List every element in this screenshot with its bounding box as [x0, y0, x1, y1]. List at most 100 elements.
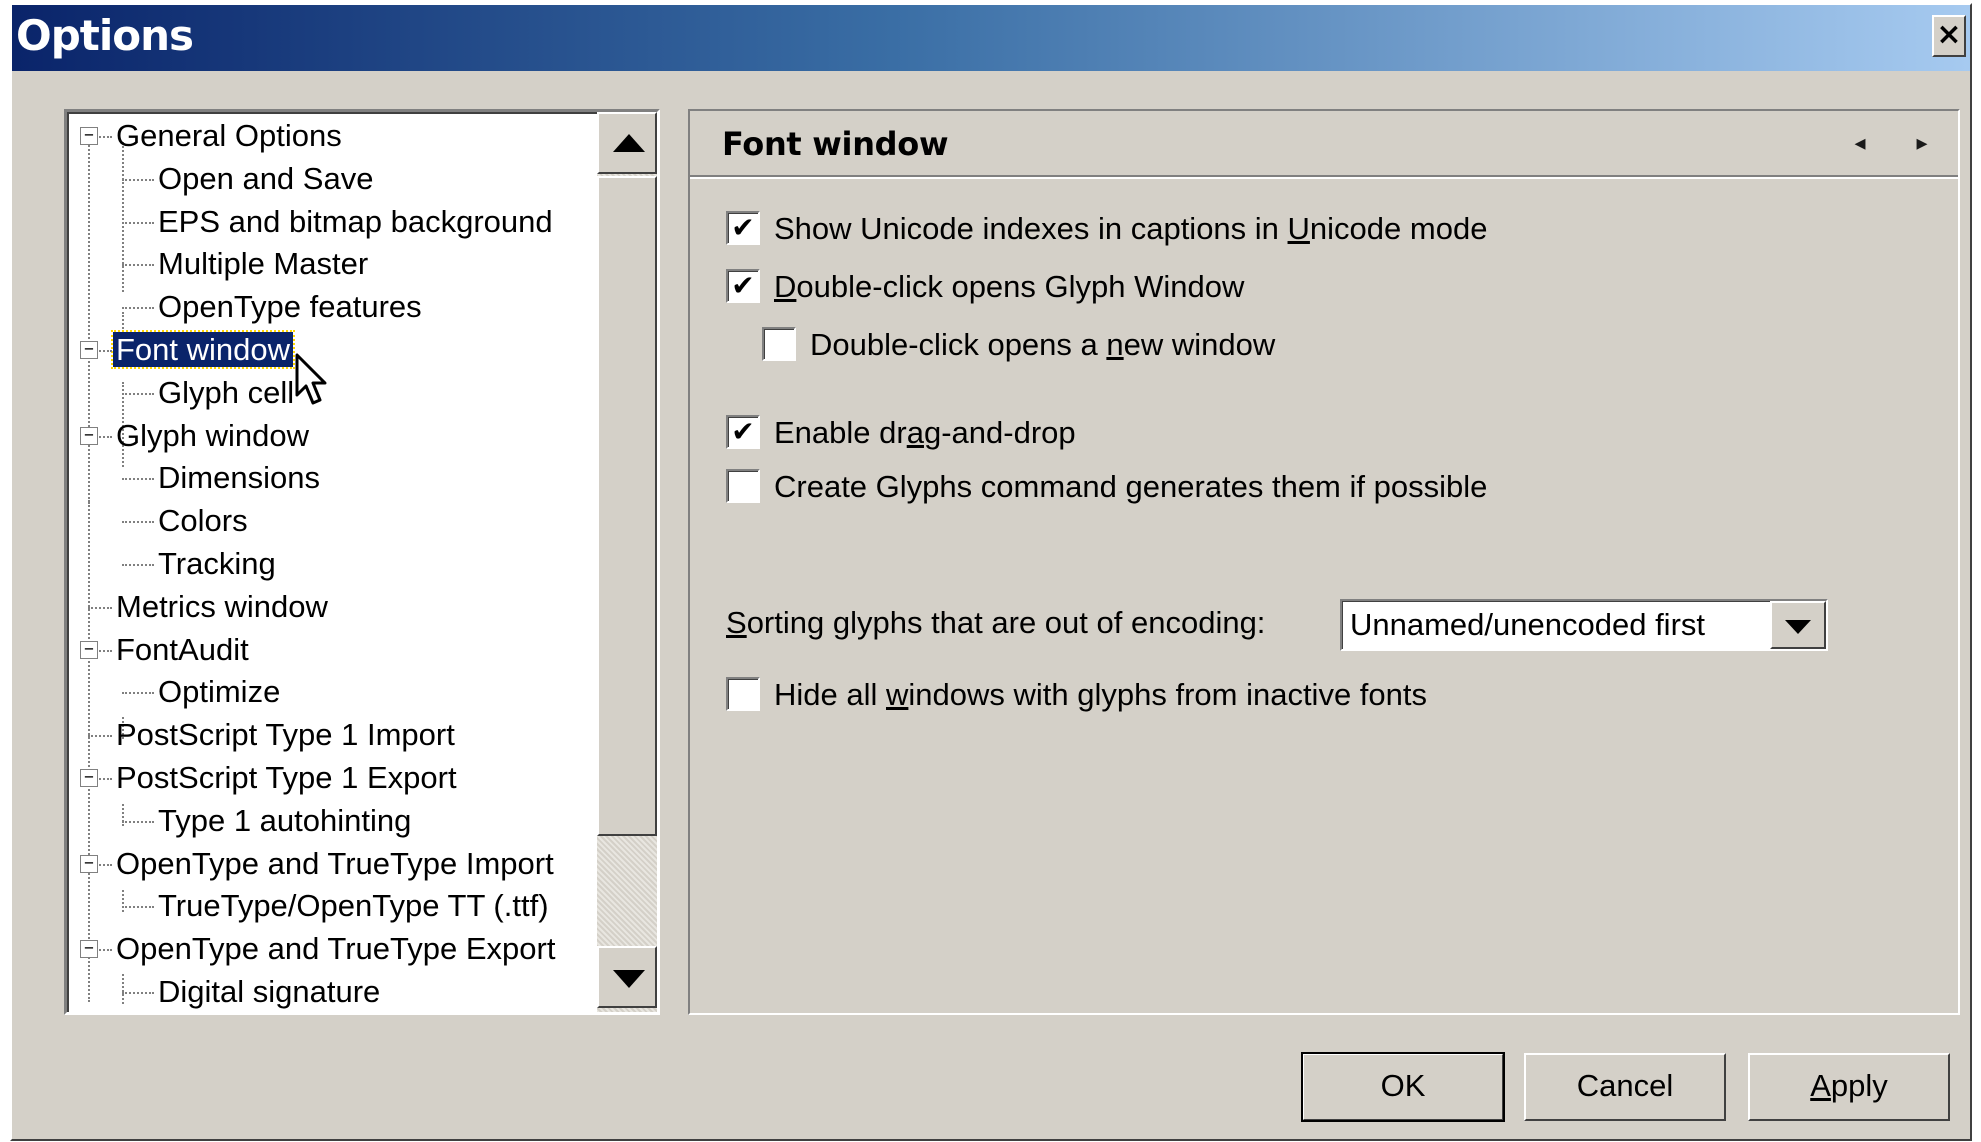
tree-item[interactable]: TrueType/OpenType TT (.ttf): [155, 886, 552, 926]
tree-item[interactable]: EPS and bitmap background: [155, 202, 556, 242]
title-bar[interactable]: Options ×: [12, 5, 1970, 71]
next-page-icon[interactable]: ▸: [1910, 131, 1934, 155]
screen: Options × General Options − Open and Save E…: [0, 0, 1981, 1142]
tree-connector: [122, 564, 154, 566]
tree-item[interactable]: OpenType and TrueType Import: [113, 844, 557, 884]
tree-item-label: OpenType and TrueType Export: [116, 931, 556, 967]
chevron-down-icon: [1785, 620, 1811, 634]
tree-connector: [122, 478, 154, 481]
scroll-up-button[interactable]: [597, 112, 657, 174]
tree-list: General Options − Open and Save EPS and bit…: [67, 112, 597, 1012]
tree-item[interactable]: OpenType and TrueType Export: [113, 929, 558, 969]
arrow-down-icon: [613, 970, 645, 988]
tree-connector: [122, 264, 154, 267]
tree-item-label: EPS and bitmap background: [158, 203, 553, 239]
scroll-thumb[interactable]: [597, 176, 657, 836]
collapse-icon[interactable]: −: [80, 426, 98, 445]
tree-item[interactable]: Dimensions: [155, 458, 323, 498]
tree-item[interactable]: OpenType features: [155, 287, 425, 327]
sorting-dropdown[interactable]: Unnamed/unencoded first: [1340, 599, 1828, 651]
tree-item-label: General Options: [116, 118, 342, 153]
tree-item-label: Glyph window: [116, 417, 309, 453]
collapse-icon[interactable]: −: [80, 341, 98, 359]
collapse-icon[interactable]: −: [80, 769, 98, 787]
drag-and-drop-checkbox[interactable]: ✔: [726, 415, 760, 449]
settings-panel: Font window ◂ ▸ ✔ Show Unicode indexes i…: [688, 109, 1960, 1015]
apply-button[interactable]: Apply: [1748, 1053, 1950, 1121]
cancel-button[interactable]: Cancel: [1524, 1053, 1726, 1121]
show-unicode-label: Show Unicode indexes in captions in Unic…: [774, 211, 1488, 246]
tree-item[interactable]: Open and Save: [155, 159, 376, 199]
double-click-new-window-label: Double-click opens a new window: [810, 327, 1276, 362]
tree-item-label: Dimensions: [158, 460, 320, 496]
close-button[interactable]: ×: [1932, 15, 1966, 57]
tree-item[interactable]: FontAudit: [113, 630, 252, 670]
tree-connector: [122, 392, 154, 395]
tree-item-label: OpenType and TrueType Import: [116, 845, 554, 881]
collapse-icon[interactable]: −: [80, 127, 98, 145]
drag-and-drop-label: Enable drag-and-drop: [774, 415, 1076, 450]
tree-connector: [122, 142, 124, 292]
tree-item[interactable]: Optimize: [155, 672, 283, 712]
collapse-icon[interactable]: −: [80, 940, 98, 959]
tree-item-label: Metrics window: [116, 588, 328, 624]
dropdown-button[interactable]: [1770, 601, 1826, 649]
double-click-new-window-checkbox[interactable]: [762, 327, 796, 361]
tree-connector: [122, 307, 154, 310]
collapse-icon[interactable]: −: [80, 854, 98, 873]
tree-connector: [122, 221, 154, 224]
tree-connector: [122, 992, 154, 994]
show-unicode-checkbox[interactable]: ✔: [726, 211, 760, 245]
tree-item-label: Open and Save: [158, 160, 374, 196]
tree-item[interactable]: PostScript Type 1 Export: [113, 758, 460, 798]
scroll-down-button[interactable]: [597, 946, 657, 1008]
tree-item-label: Multiple Master: [158, 246, 369, 282]
window-title: Options: [16, 11, 194, 60]
tree-item[interactable]: Colors: [155, 501, 251, 541]
sorting-selected-value: Unnamed/unencoded first: [1350, 607, 1706, 642]
tree-item[interactable]: Glyph cell: [155, 373, 297, 413]
double-click-opens-label: Double-click opens Glyph Window: [774, 269, 1245, 304]
tree-connector: [122, 820, 154, 823]
tree-item[interactable]: General Options: [113, 116, 345, 156]
tree-connector: [88, 735, 112, 738]
tree-item[interactable]: Tracking: [155, 544, 279, 584]
tree-item-label: Font window: [110, 330, 296, 369]
tree-item-label: TrueType/OpenType TT (.ttf): [158, 888, 549, 924]
create-glyphs-label: Create Glyphs command generates them if …: [774, 469, 1488, 504]
arrow-up-icon: [613, 134, 645, 152]
tree-scrollbar[interactable]: [597, 112, 657, 1012]
tree-item[interactable]: Metrics window: [113, 587, 331, 627]
panel-title: Font window: [722, 125, 949, 163]
hide-windows-label: Hide all windows with glyphs from inacti…: [774, 677, 1428, 712]
tree-item[interactable]: Type 1 autohinting: [155, 801, 414, 841]
tree-item-label: Digital signature: [158, 974, 381, 1009]
double-click-opens-checkbox[interactable]: ✔: [726, 269, 760, 303]
tree-connector: [122, 692, 154, 695]
tree-connector: [122, 312, 124, 332]
tree-item-label: Glyph cell: [158, 374, 295, 410]
hide-windows-checkbox[interactable]: [726, 677, 760, 711]
tree-connector: [122, 890, 124, 912]
tree-connector: [88, 606, 112, 609]
tree-item[interactable]: Glyph window: [113, 416, 312, 456]
options-tree[interactable]: General Options − Open and Save EPS and bit…: [64, 109, 660, 1015]
options-dialog: Options × General Options − Open and Save E…: [10, 3, 1972, 1141]
tree-connector: [88, 142, 90, 502]
panel-header: Font window ◂ ▸: [690, 111, 1958, 177]
ok-button[interactable]: OK: [1301, 1052, 1505, 1122]
tree-item-label: PostScript Type 1 Import: [116, 717, 455, 753]
tree-item-label: Optimize: [158, 674, 281, 710]
tree-item[interactable]: Font window: [110, 330, 296, 370]
tree-connector: [122, 178, 154, 181]
tree-item[interactable]: PostScript Type 1 Import: [113, 715, 458, 755]
tree-connector: [122, 906, 154, 909]
sorting-label: Sorting glyphs that are out of encoding:: [726, 605, 1266, 640]
tree-connector: [88, 502, 90, 1002]
tree-item-label: Type 1 autohinting: [158, 802, 412, 838]
tree-item[interactable]: Multiple Master: [155, 244, 371, 284]
previous-page-icon[interactable]: ◂: [1848, 131, 1872, 155]
create-glyphs-checkbox[interactable]: [726, 469, 760, 503]
tree-item[interactable]: Digital signature: [155, 972, 383, 1012]
collapse-icon[interactable]: −: [80, 640, 98, 659]
